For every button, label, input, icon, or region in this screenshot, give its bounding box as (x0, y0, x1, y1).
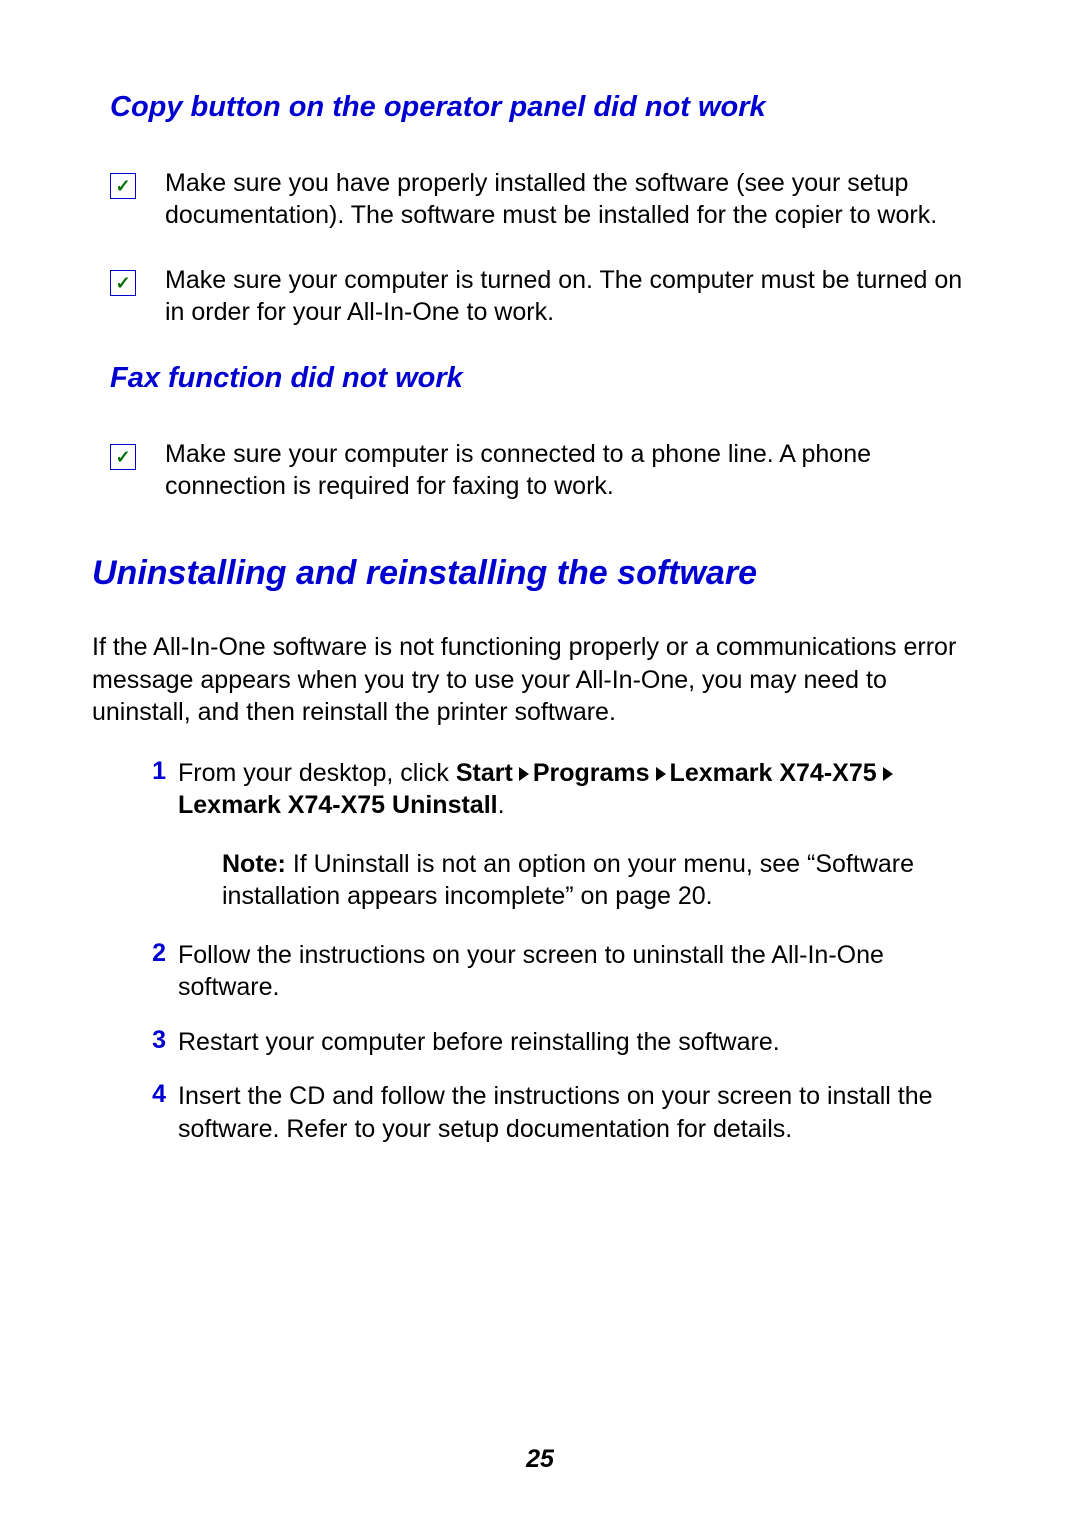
step-text-end: . (498, 791, 505, 819)
checklist-item: ✓ Make sure you have properly installed … (110, 167, 985, 232)
step-number: 2 (134, 939, 166, 968)
arrow-icon (656, 767, 666, 781)
note-body: If Uninstall is not an option on your me… (222, 850, 914, 911)
step-item: 2 Follow the instructions on your screen… (134, 939, 985, 1004)
arrow-icon (519, 767, 529, 781)
step-number: 1 (134, 757, 166, 786)
checklist-item: ✓ Make sure your computer is connected t… (110, 438, 985, 503)
step-item: 1 From your desktop, click Start Programs… (134, 757, 985, 822)
menu-path-start: Start (456, 759, 513, 787)
menu-path-uninstall: Lexmark X74-X75 Uninstall (178, 791, 498, 819)
checkmark-icon: ✓ (115, 448, 130, 466)
menu-path-programs: Programs (533, 759, 650, 787)
checkmark-icon: ✓ (115, 274, 130, 292)
section-heading-uninstall: Uninstalling and reinstalling the softwa… (92, 553, 985, 594)
step-body: Insert the CD and follow the instruction… (178, 1080, 985, 1145)
checkmark-icon: ✓ (115, 177, 130, 195)
note-label: Note: (222, 850, 286, 878)
section-heading-copy-button: Copy button on the operator panel did no… (110, 90, 985, 125)
section-heading-fax: Fax function did not work (110, 361, 985, 396)
step-body: Restart your computer before reinstallin… (178, 1026, 985, 1059)
checklist-text: Make sure your computer is turned on. Th… (165, 264, 985, 329)
step-text: From your desktop, click (178, 759, 456, 787)
step-body: Follow the instructions on your screen t… (178, 939, 985, 1004)
arrow-icon (883, 767, 893, 781)
step-number: 3 (134, 1026, 166, 1055)
step-body: From your desktop, click Start Programs Le… (178, 757, 985, 822)
step-number: 4 (134, 1080, 166, 1109)
page-number: 25 (0, 1445, 1080, 1474)
checkbox-icon: ✓ (110, 173, 136, 199)
check-icon-wrap: ✓ (110, 438, 165, 470)
note-block: Note: If Uninstall is not an option on y… (222, 848, 985, 913)
step-item: 3 Restart your computer before reinstall… (134, 1026, 985, 1059)
check-icon-wrap: ✓ (110, 264, 165, 296)
checklist-item: ✓ Make sure your computer is turned on. … (110, 264, 985, 329)
check-icon-wrap: ✓ (110, 167, 165, 199)
checkbox-icon: ✓ (110, 444, 136, 470)
checklist-text: Make sure your computer is connected to … (165, 438, 985, 503)
menu-path-lexmark: Lexmark X74-X75 (670, 759, 877, 787)
checklist-text: Make sure you have properly installed th… (165, 167, 985, 232)
checkbox-icon: ✓ (110, 270, 136, 296)
intro-paragraph: If the All-In-One software is not functi… (92, 631, 985, 729)
step-item: 4 Insert the CD and follow the instructi… (134, 1080, 985, 1145)
